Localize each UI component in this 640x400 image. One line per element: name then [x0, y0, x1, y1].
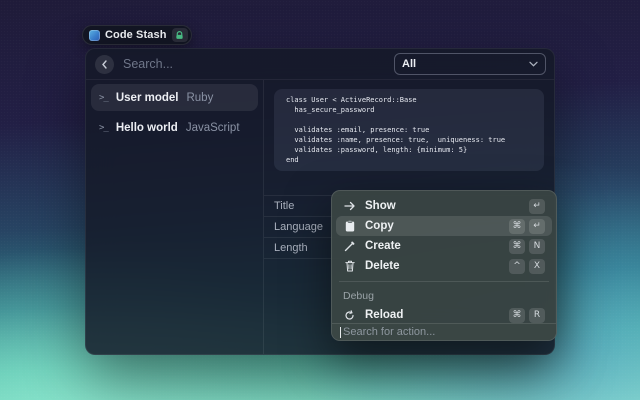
search-bar: Search... All	[86, 49, 554, 80]
action-menu-items: Show ↵ Copy ⌘ ↵ Create	[332, 191, 556, 325]
metadata-label: Length	[274, 242, 308, 254]
search-input[interactable]: Search...	[123, 57, 173, 71]
metadata-label: Title	[274, 200, 294, 212]
menu-item-reload[interactable]: Reload ⌘ R	[336, 305, 552, 325]
filter-dropdown[interactable]: All	[394, 53, 546, 75]
keycap: ↵	[529, 199, 545, 214]
shortcut-keys: ⌘ ↵	[509, 219, 545, 234]
code-preview-panel: class User < ActiveRecord::Base has_secu…	[274, 89, 544, 171]
clipboard-icon	[343, 220, 356, 232]
app-icon	[89, 30, 100, 41]
arrow-right-icon	[343, 201, 356, 211]
snippet-title: User model	[116, 92, 179, 104]
code-preview: class User < ActiveRecord::Base has_secu…	[286, 95, 532, 165]
pencil-icon	[343, 241, 356, 252]
menu-section-debug: Debug	[336, 286, 552, 305]
keycap: N	[529, 239, 545, 254]
menu-item-label: Show	[365, 200, 396, 212]
action-search-bar[interactable]: Search for action...	[332, 323, 556, 340]
snippet-list: >_ User model Ruby >_ Hello world JavaSc…	[86, 80, 264, 355]
chevron-down-icon	[529, 61, 538, 67]
desktop-background: Code Stash Search... All >_ User model R…	[0, 0, 640, 400]
menu-item-label: Copy	[365, 220, 394, 232]
keycap: ^	[509, 259, 525, 274]
menu-item-label: Delete	[365, 260, 400, 272]
metadata-label: Language	[274, 221, 323, 233]
menu-item-show[interactable]: Show ↵	[336, 196, 552, 216]
lock-icon	[172, 28, 188, 42]
text-cursor	[340, 327, 341, 338]
shortcut-keys: ⌘ R	[509, 308, 545, 323]
keycap: ⌘	[509, 239, 525, 254]
action-menu: Show ↵ Copy ⌘ ↵ Create	[331, 190, 557, 341]
menu-item-delete[interactable]: Delete ^ X	[336, 256, 552, 276]
list-item-user-model[interactable]: >_ User model Ruby	[91, 84, 258, 111]
reload-icon	[343, 310, 356, 321]
keycap: X	[529, 259, 545, 274]
keycap: ↵	[529, 219, 545, 234]
trash-icon	[343, 260, 356, 272]
shortcut-keys: ^ X	[509, 259, 545, 274]
menu-item-label: Reload	[365, 309, 403, 321]
keycap: ⌘	[509, 219, 525, 234]
snippet-language: Ruby	[186, 92, 213, 104]
terminal-icon: >_	[99, 123, 108, 133]
menu-item-create[interactable]: Create ⌘ N	[336, 236, 552, 256]
snippet-language: JavaScript	[186, 122, 240, 134]
terminal-icon: >_	[99, 93, 108, 103]
menu-item-label: Create	[365, 240, 401, 252]
shortcut-keys: ↵	[529, 199, 545, 214]
app-title: Code Stash	[105, 29, 167, 41]
chevron-left-icon	[101, 60, 108, 69]
shortcut-keys: ⌘ N	[509, 239, 545, 254]
back-button[interactable]	[95, 55, 114, 74]
keycap: R	[529, 308, 545, 323]
app-title-pill[interactable]: Code Stash	[82, 25, 192, 45]
divider	[339, 281, 549, 282]
action-search-input[interactable]: Search for action...	[343, 326, 435, 338]
list-item-hello-world[interactable]: >_ Hello world JavaScript	[91, 114, 258, 141]
menu-item-copy[interactable]: Copy ⌘ ↵	[336, 216, 552, 236]
snippet-title: Hello world	[116, 122, 178, 134]
filter-selected-value: All	[402, 58, 416, 70]
keycap: ⌘	[509, 308, 525, 323]
